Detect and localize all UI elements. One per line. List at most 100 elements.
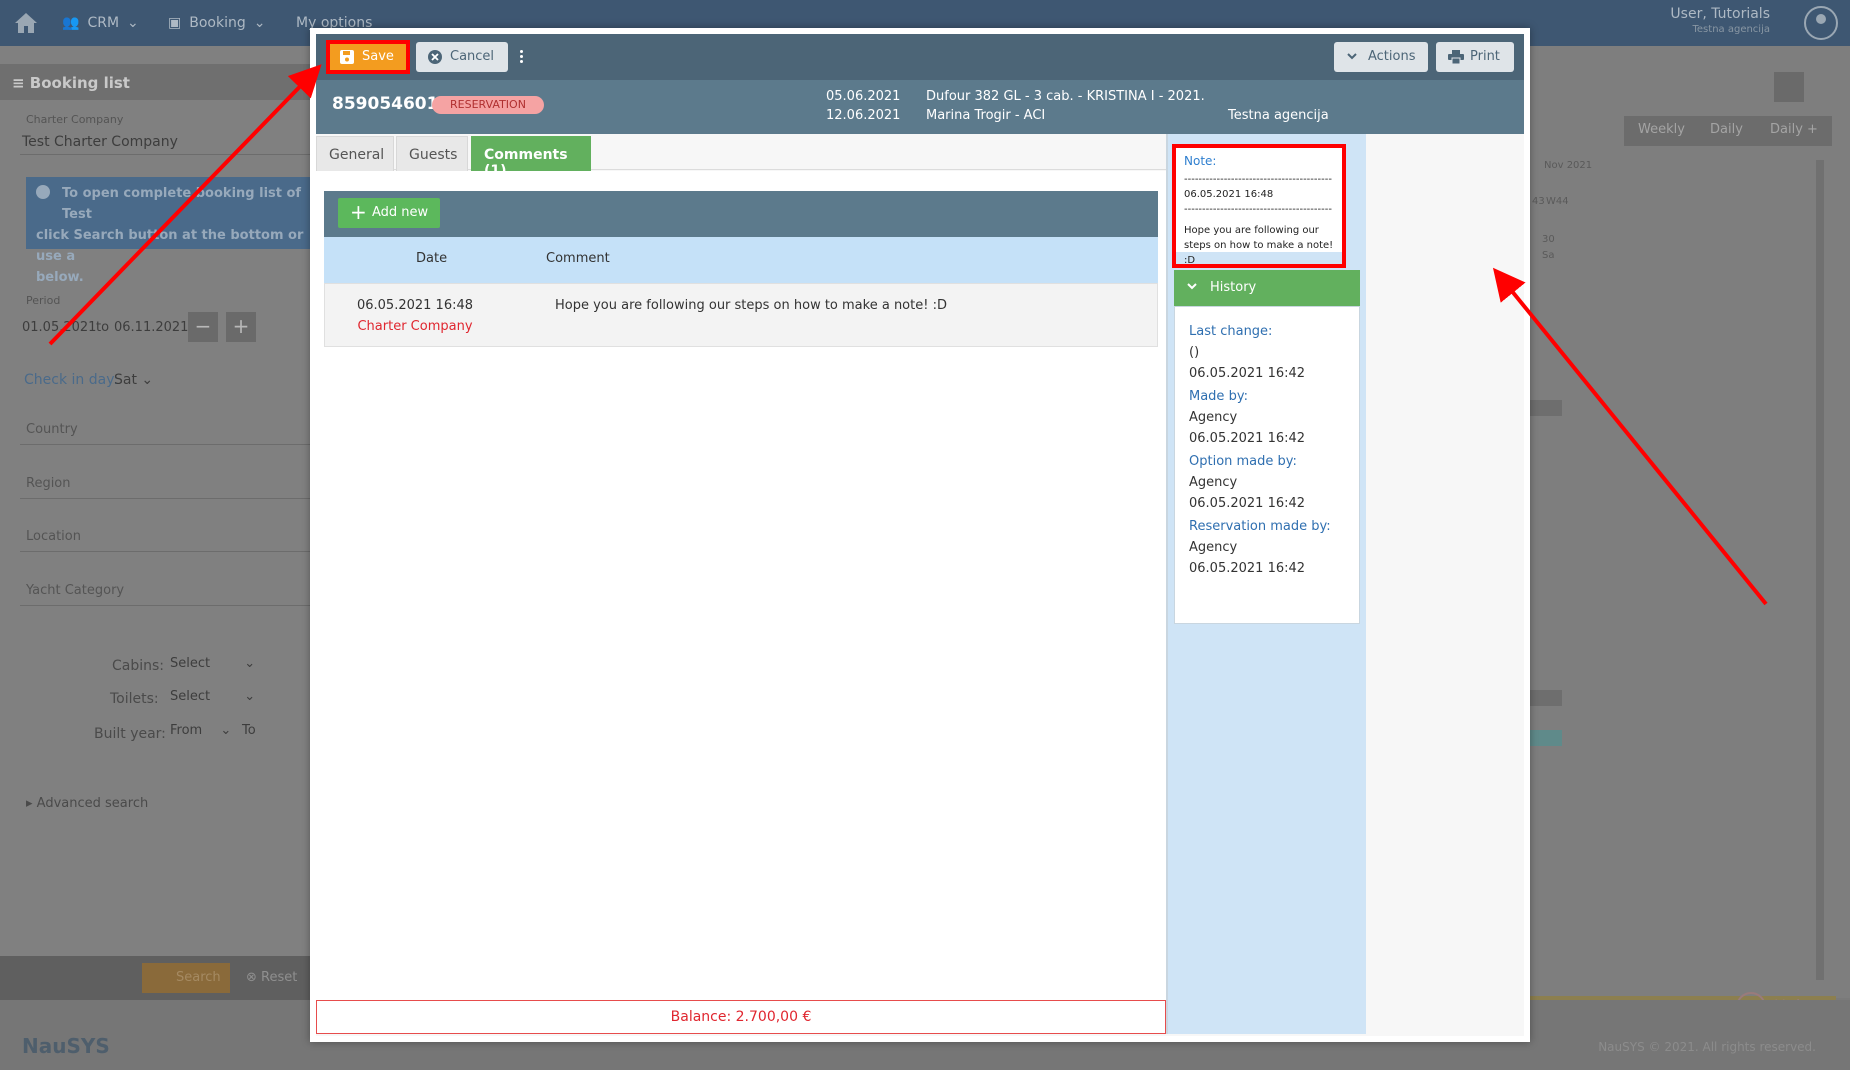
toilets-select[interactable]: Select ⌄ <box>170 689 255 704</box>
modal-tabs: General Guests Comments (1) <box>316 134 1166 179</box>
cabins-select[interactable]: Select ⌄ <box>170 656 255 671</box>
comments-table-header: Date Comment <box>324 237 1158 283</box>
advanced-search-toggle[interactable]: ▸ Advanced search <box>26 796 148 811</box>
calendar-week-label: 43 <box>1532 196 1545 207</box>
booking-menu[interactable]: ▣ Booking ⌄ <box>168 0 265 46</box>
chevron-down-icon: ⌄ <box>220 723 232 738</box>
more-options-icon[interactable] <box>516 48 526 68</box>
comment-author: Charter Company <box>357 319 473 334</box>
scrollbar[interactable] <box>1816 160 1824 980</box>
comments-toolbar: + Add new <box>324 191 1158 237</box>
chevron-down-icon <box>1187 283 1197 290</box>
tab-guests[interactable]: Guests <box>396 136 468 174</box>
yacht-category-field[interactable]: Yacht Category <box>26 583 124 598</box>
print-button[interactable]: Print <box>1436 42 1514 72</box>
toilets-label: Toilets: <box>110 691 159 707</box>
history-toggle[interactable]: History <box>1174 270 1360 306</box>
calendar-week-label: W44 <box>1546 196 1569 207</box>
period-minus-button[interactable]: − <box>188 312 218 342</box>
country-field[interactable]: Country <box>26 422 78 437</box>
booking-list-panel: ≡ Booking list Charter Company Test Char… <box>0 46 330 998</box>
table-row[interactable]: 06.05.2021 16:48 Charter Company Hope yo… <box>324 283 1158 347</box>
close-circle-icon <box>428 50 442 64</box>
cancel-button[interactable]: Cancel <box>416 42 508 72</box>
modal-toolbar: Save Cancel Actions Print <box>316 34 1524 80</box>
comment-date: 06.05.2021 16:48 <box>356 298 474 313</box>
actions-button[interactable]: Actions <box>1334 42 1428 72</box>
calendar-month-label: Nov 2021 <box>1544 160 1593 171</box>
reservation-modal: Save Cancel Actions Print 859054601 RESE… <box>310 28 1530 1042</box>
home-button[interactable] <box>14 0 38 46</box>
status-badge: RESERVATION <box>432 96 544 114</box>
save-highlight-frame <box>326 40 410 74</box>
panel-title: ≡ Booking list <box>0 64 330 100</box>
daily-view-button[interactable]: Daily <box>1696 116 1757 146</box>
reservation-id: 859054601 <box>332 94 439 114</box>
region-field[interactable]: Region <box>26 476 71 491</box>
nausys-logo: NauSYS <box>22 1034 110 1058</box>
comments-panel: + Add new Date Comment 06.05.2021 16:48 … <box>316 171 1166 1021</box>
chevron-down-icon: ⌄ <box>253 15 266 31</box>
yacht-name: Dufour 382 GL - 3 cab. - KRISTINA I - 20… <box>926 89 1205 104</box>
col-date: Date <box>416 251 448 266</box>
add-comment-button[interactable]: + Add new <box>338 198 440 228</box>
period-to-input[interactable]: 06.11.2021 <box>114 320 188 335</box>
comment-text: Hope you are following our steps on how … <box>555 298 947 313</box>
note-highlight-frame <box>1172 144 1346 268</box>
location-field[interactable]: Location <box>26 529 81 544</box>
user-info[interactable]: User, Tutorials Testna agencija <box>1670 6 1770 35</box>
date-from: 05.06.2021 <box>826 89 901 104</box>
info-icon <box>36 185 50 199</box>
history-panel: Last change: () 06.05.2021 16:42 Made by… <box>1174 306 1360 624</box>
history-label: Made by: <box>1189 389 1248 404</box>
print-icon <box>1448 50 1464 64</box>
period-label: Period <box>26 294 61 307</box>
briefcase-icon: ▣ <box>168 15 182 31</box>
weekly-view-button[interactable]: Weekly <box>1624 116 1699 146</box>
charter-company-label: Charter Company <box>26 113 124 126</box>
period-plus-button[interactable]: + <box>226 312 256 342</box>
checkin-select[interactable]: Sat ⌄ <box>114 372 153 388</box>
calendar-background <box>1530 46 1850 998</box>
cart-button[interactable] <box>1774 72 1804 102</box>
reservation-header: 859054601 RESERVATION 05.06.2021 12.06.2… <box>316 80 1524 134</box>
chevron-down-icon <box>1347 53 1357 60</box>
home-icon <box>15 13 37 33</box>
daily-plus-view-button[interactable]: Daily + <box>1756 116 1832 146</box>
history-label: Last change: <box>1189 324 1273 339</box>
chevron-down-icon: ⌄ <box>141 372 154 388</box>
copyright: NauSYS © 2021. All rights reserved. <box>1598 1040 1816 1054</box>
period-to-word: to <box>96 320 110 335</box>
calendar-day-number: 30 <box>1542 234 1555 245</box>
close-circle-icon: ⊗ <box>246 970 257 985</box>
users-icon: 👥 <box>62 15 80 31</box>
built-year-label: Built year: <box>94 726 166 742</box>
charter-company-field[interactable]: Test Charter Company <box>22 134 178 150</box>
date-to: 12.06.2021 <box>826 108 901 123</box>
history-label: Reservation made by: <box>1189 519 1331 534</box>
search-button[interactable]: Search <box>142 963 230 993</box>
cabins-label: Cabins: <box>112 658 165 674</box>
chevron-down-icon: ⌄ <box>244 656 256 671</box>
base-name: Marina Trogir - ACI <box>926 108 1046 123</box>
info-box: To open complete booking list of Test cl… <box>26 177 326 285</box>
balance-bar: Balance: 2.700,00 € <box>316 1000 1166 1034</box>
avatar[interactable] <box>1804 6 1838 40</box>
tab-general[interactable]: General <box>316 136 394 174</box>
history-label: Option made by: <box>1189 454 1297 469</box>
reset-button[interactable]: ⊗ Reset <box>246 970 297 985</box>
col-comment: Comment <box>546 251 610 266</box>
built-year-to-select[interactable]: To <box>242 723 256 738</box>
chevron-down-icon: ⌄ <box>127 15 139 31</box>
reservation-sidebar: Note: ----------------------------------… <box>1166 134 1366 1034</box>
period-from-input[interactable]: 01.05.2021 <box>22 320 96 335</box>
crm-menu[interactable]: 👥 CRM ⌄ <box>62 0 139 46</box>
caret-right-icon: ▸ <box>26 796 33 811</box>
agency-name: Testna agencija <box>1228 108 1329 123</box>
calendar-day-name: Sa <box>1542 250 1555 261</box>
checkin-label: Check in day: <box>24 372 119 388</box>
chevron-down-icon: ⌄ <box>244 689 256 704</box>
plus-icon: + <box>350 200 367 224</box>
tab-comments[interactable]: Comments (1) <box>471 136 591 179</box>
built-year-from-select[interactable]: From ⌄ <box>170 723 231 738</box>
